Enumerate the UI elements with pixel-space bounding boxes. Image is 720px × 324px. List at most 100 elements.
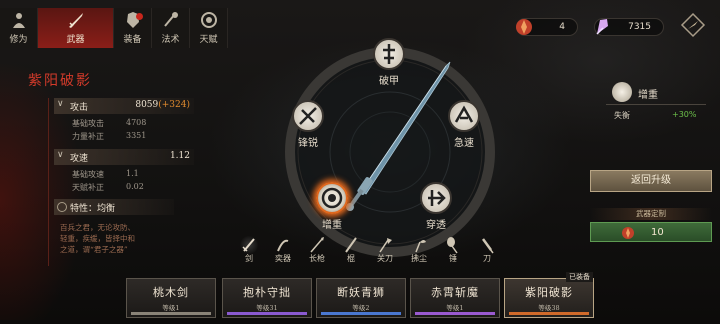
type-label: 拂尘 [411,254,427,263]
slot-level: 等级1 [446,304,464,312]
skill-label: 破甲 [379,76,399,87]
type-hammer[interactable]: 锤 [440,236,466,264]
type-label: 剑 [245,254,253,263]
weapon-custom-button[interactable]: 10 [590,222,712,242]
game-screen: 修为 武器 装备 法术 天赋 4 7315 紫阳破影 ∨ 攻击 8059(+32… [0,0,720,324]
talent-icon [199,10,219,30]
slot-level: 等级1 [162,304,180,312]
slot-rarity-bar [321,312,401,315]
type-label: 关刀 [377,254,393,263]
skill-pierce[interactable] [420,182,452,214]
tab-label: 修为 [9,35,28,45]
skill-label: 增重 [322,220,342,231]
pierce-icon [428,190,446,206]
guandao-icon [379,238,392,253]
slot-rarity-bar [509,312,589,315]
type-guandao[interactable]: 关刀 [372,236,398,264]
weapon-title: 紫阳破影 [28,73,92,89]
type-label: 刀 [483,254,491,263]
tab-label: 装备 [123,35,142,45]
buff-name: 增重 [638,90,658,101]
staff-icon [345,237,357,253]
hammer-icon [447,237,458,254]
trait-label: 特性：均衡 [70,204,116,214]
type-label: 棍 [347,254,355,263]
weight-buff-icon [612,82,632,102]
whisk-icon [415,240,426,253]
return-upgrade-button[interactable]: 返回升级 [590,170,712,192]
slot-level: 等级31 [256,304,278,312]
type-label: 锤 [449,254,457,263]
currency-crystal[interactable]: 7315 [594,18,664,36]
stat-label: 攻击 [70,103,89,113]
weapon-slot[interactable]: 断妖青狮 等级2 [316,278,406,318]
custom-cost: 10 [651,227,664,238]
stat-sub-row: 天赋补正 0.02 [72,182,144,193]
weapon-description: 百兵之君，无论攻防、轻重，疾缓，皆择中和之道，谓“君子之器” [60,223,135,254]
buff-divider [606,104,706,105]
type-blade[interactable]: 刀 [474,236,500,264]
skill-sharp[interactable] [292,100,324,132]
tab-label: 天赋 [199,35,218,45]
stat-label: 攻速 [70,154,89,164]
type-exotic[interactable]: 奕器 [270,236,296,264]
stat-speed[interactable]: ∨ 攻速 1.12 [54,149,194,165]
notification-dot [136,13,143,20]
crystal-icon [596,19,608,35]
weapon-type-bar: 剑 奕器 长枪 棍 关刀 拂尘 锤 刀 [230,236,500,266]
stat-value: 8059(+324) [135,100,190,110]
stat-divider [48,98,49,266]
buff-stat-value: +30% [672,110,697,119]
weapon-icon [66,10,86,30]
sharp-icon [299,107,317,125]
skill-label: 穿透 [426,220,446,231]
slot-name: 断妖青狮 [337,286,385,299]
fire-gem-icon [622,227,634,239]
tab-spell[interactable]: 法术 [152,8,190,48]
stat-sub-label: 基础攻速 [72,170,104,179]
slot-rarity-bar [131,312,211,315]
haste-icon [454,105,474,123]
type-sword[interactable]: 剑 [236,236,262,264]
stat-sub-row: 力量补正 3351 [72,131,146,142]
tab-equipment[interactable]: 装备 [114,8,152,48]
weapon-custom-title: 武器定制 [590,208,712,220]
stat-bonus: (+324) [158,100,190,110]
trait-icon [57,202,67,212]
tab-talent[interactable]: 天赋 [190,8,228,48]
stat-sub-value: 4708 [126,118,147,127]
currency-fire-gem[interactable]: 4 [516,18,578,36]
chevron-down-icon: ∨ [57,99,64,109]
weapon-slot-selected[interactable]: 紫阳破影 等级38 [504,278,594,318]
skill-weight[interactable] [316,182,348,214]
tab-label: 法术 [161,35,180,45]
weapon-slot[interactable]: 桃木剑 等级1 [126,278,216,318]
slot-rarity-bar [415,312,495,315]
stat-sub-label: 基础攻击 [72,119,104,128]
tab-label: 武器 [66,35,85,45]
type-label: 长枪 [309,254,325,263]
type-staff[interactable]: 棍 [338,236,364,264]
buff-stat-label: 失衡 [614,111,630,120]
chevron-down-icon: ∨ [57,150,64,160]
weapon-slot[interactable]: 赤霄斩魔 等级1 [410,278,500,318]
tab-cultivation[interactable]: 修为 [0,8,38,48]
stat-attack[interactable]: ∨ 攻击 8059(+324) [54,98,194,114]
type-whisk[interactable]: 拂尘 [406,236,432,264]
slot-level: 等级38 [538,304,560,312]
fire-gem-icon [516,19,532,35]
weapon-slot[interactable]: 抱朴守拙 等级31 [222,278,312,318]
equipped-badge: 已装备 [566,272,593,282]
skill-label: 锋锐 [298,138,318,149]
settings-icon[interactable] [680,12,706,38]
exotic-weapon-icon [277,239,289,252]
cultivation-icon [9,10,29,30]
stat-sub-row: 基础攻速 1.1 [72,169,139,180]
weapon-trait[interactable]: 特性：均衡 [54,199,174,215]
skill-armor-break[interactable] [373,38,405,70]
type-spear[interactable]: 长枪 [304,236,330,264]
stat-value: 1.12 [169,151,190,161]
skill-haste[interactable] [448,100,480,132]
stat-sub-row: 基础攻击 4708 [72,118,146,129]
tab-weapon[interactable]: 武器 [38,8,114,48]
